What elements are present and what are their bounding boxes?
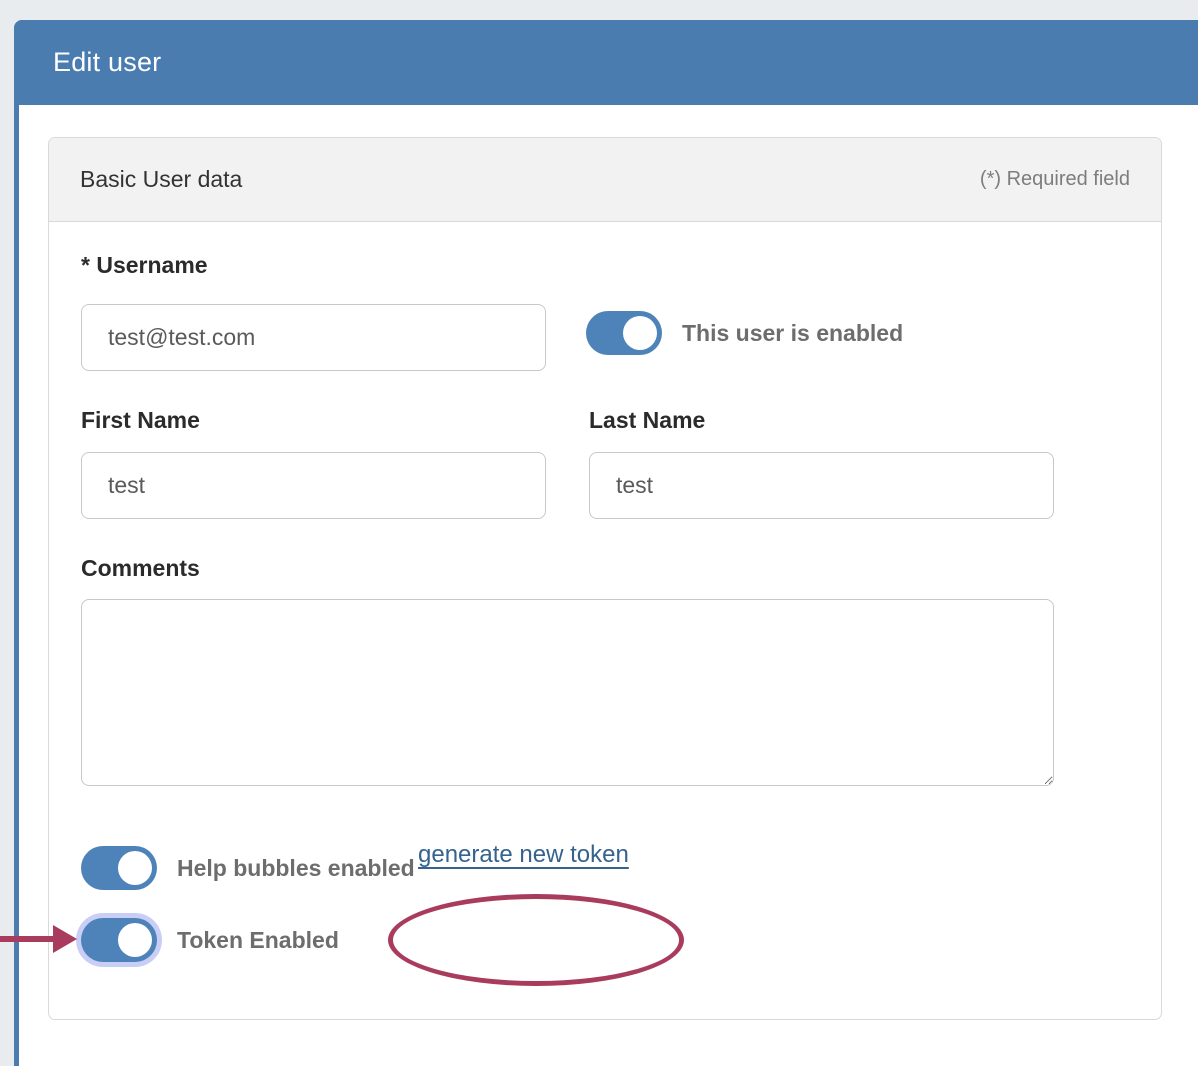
token-enabled-toggle[interactable] bbox=[81, 918, 157, 962]
first-name-label: First Name bbox=[81, 407, 200, 434]
last-name-label: Last Name bbox=[589, 407, 705, 434]
help-bubbles-label: Help bubbles enabled bbox=[177, 855, 415, 882]
toggle-knob bbox=[118, 923, 152, 957]
help-bubbles-row: Help bubbles enabled bbox=[81, 846, 415, 890]
help-bubbles-toggle[interactable] bbox=[81, 846, 157, 890]
basic-user-data-panel: Basic User data (*) Required field * Use… bbox=[48, 137, 1162, 1020]
panel-header: Basic User data (*) Required field bbox=[49, 138, 1161, 222]
edit-user-card: Edit user Basic User data (*) Required f… bbox=[14, 20, 1198, 1066]
generate-token-link[interactable]: generate new token bbox=[418, 841, 629, 869]
panel-title: Basic User data bbox=[80, 166, 242, 193]
comments-textarea[interactable] bbox=[81, 599, 1054, 786]
user-enabled-toggle[interactable] bbox=[586, 311, 662, 355]
required-field-note: (*) Required field bbox=[980, 168, 1130, 191]
last-name-input[interactable] bbox=[589, 452, 1054, 519]
comments-label: Comments bbox=[81, 555, 200, 582]
user-enabled-label: This user is enabled bbox=[682, 320, 903, 347]
token-enabled-label: Token Enabled bbox=[177, 927, 339, 954]
toggle-knob bbox=[118, 851, 152, 885]
toggle-knob bbox=[623, 316, 657, 350]
user-enabled-row: This user is enabled bbox=[586, 311, 903, 355]
first-name-input[interactable] bbox=[81, 452, 546, 519]
edit-user-header: Edit user bbox=[14, 20, 1198, 105]
username-input[interactable] bbox=[81, 304, 546, 371]
username-label: * Username bbox=[81, 252, 208, 279]
token-enabled-row: Token Enabled bbox=[81, 918, 339, 962]
page-title: Edit user bbox=[53, 47, 161, 78]
